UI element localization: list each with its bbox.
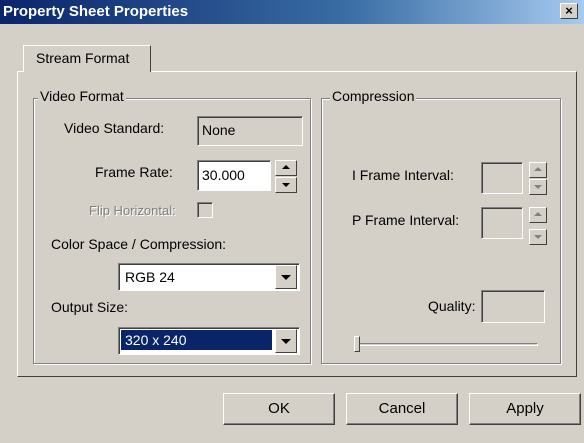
p-frame-spin-down[interactable] <box>529 229 547 245</box>
frame-rate-spin-down[interactable] <box>275 177 297 193</box>
color-space-value: RGB 24 <box>125 269 175 285</box>
chevron-up-icon <box>282 165 290 169</box>
p-frame-spin-up[interactable] <box>529 207 547 223</box>
output-size-select[interactable]: 320 x 240 <box>118 327 300 355</box>
output-size-dropdown-button[interactable] <box>275 329 297 353</box>
chevron-down-icon <box>534 185 542 189</box>
chevron-down-icon <box>281 275 291 280</box>
window-title: Property Sheet Properties <box>3 3 189 20</box>
chevron-down-icon <box>534 235 542 239</box>
color-space-label: Color Space / Compression: <box>51 236 227 252</box>
tab-label: Stream Format <box>36 50 130 66</box>
i-frame-spin-up[interactable] <box>529 162 547 178</box>
quality-slider-thumb[interactable] <box>354 336 360 352</box>
ok-button[interactable]: OK <box>223 393 335 425</box>
video-standard-field: None <box>197 116 303 146</box>
quality-input[interactable] <box>481 290 545 323</box>
i-frame-interval-label: I Frame Interval: <box>352 167 454 183</box>
color-space-dropdown-button[interactable] <box>275 265 297 289</box>
cancel-button[interactable]: Cancel <box>346 393 458 425</box>
compression-group <box>321 98 561 364</box>
flip-horizontal-checkbox[interactable] <box>197 202 213 218</box>
output-size-value: 320 x 240 <box>121 330 272 350</box>
close-button[interactable]: × <box>560 3 578 19</box>
close-icon: × <box>565 3 573 18</box>
quality-slider-track[interactable] <box>356 343 538 346</box>
quality-label: Quality: <box>428 298 476 314</box>
color-space-select[interactable]: RGB 24 <box>118 263 300 291</box>
video-format-legend: Video Format <box>38 88 126 104</box>
p-frame-interval-input[interactable] <box>481 207 523 239</box>
chevron-down-icon <box>282 183 290 187</box>
frame-rate-input[interactable]: 30.000 <box>197 160 271 191</box>
p-frame-interval-label: P Frame Interval: <box>352 212 460 228</box>
frame-rate-label: Frame Rate: <box>95 164 173 180</box>
video-standard-value: None <box>202 122 236 138</box>
chevron-up-icon <box>534 212 542 216</box>
frame-rate-value: 30.000 <box>202 167 245 183</box>
chevron-down-icon <box>281 339 291 344</box>
compression-legend: Compression <box>330 88 417 104</box>
output-size-label: Output Size: <box>51 299 129 315</box>
video-standard-label: Video Standard: <box>64 120 165 136</box>
apply-button[interactable]: Apply <box>469 393 581 425</box>
frame-rate-spin-up[interactable] <box>275 160 297 176</box>
flip-horizontal-label: Flip Horizontal: <box>89 203 176 218</box>
chevron-up-icon <box>534 167 542 171</box>
i-frame-interval-input[interactable] <box>481 162 523 194</box>
i-frame-spin-down[interactable] <box>529 179 547 195</box>
tab-stream-format[interactable]: Stream Format <box>23 45 151 72</box>
